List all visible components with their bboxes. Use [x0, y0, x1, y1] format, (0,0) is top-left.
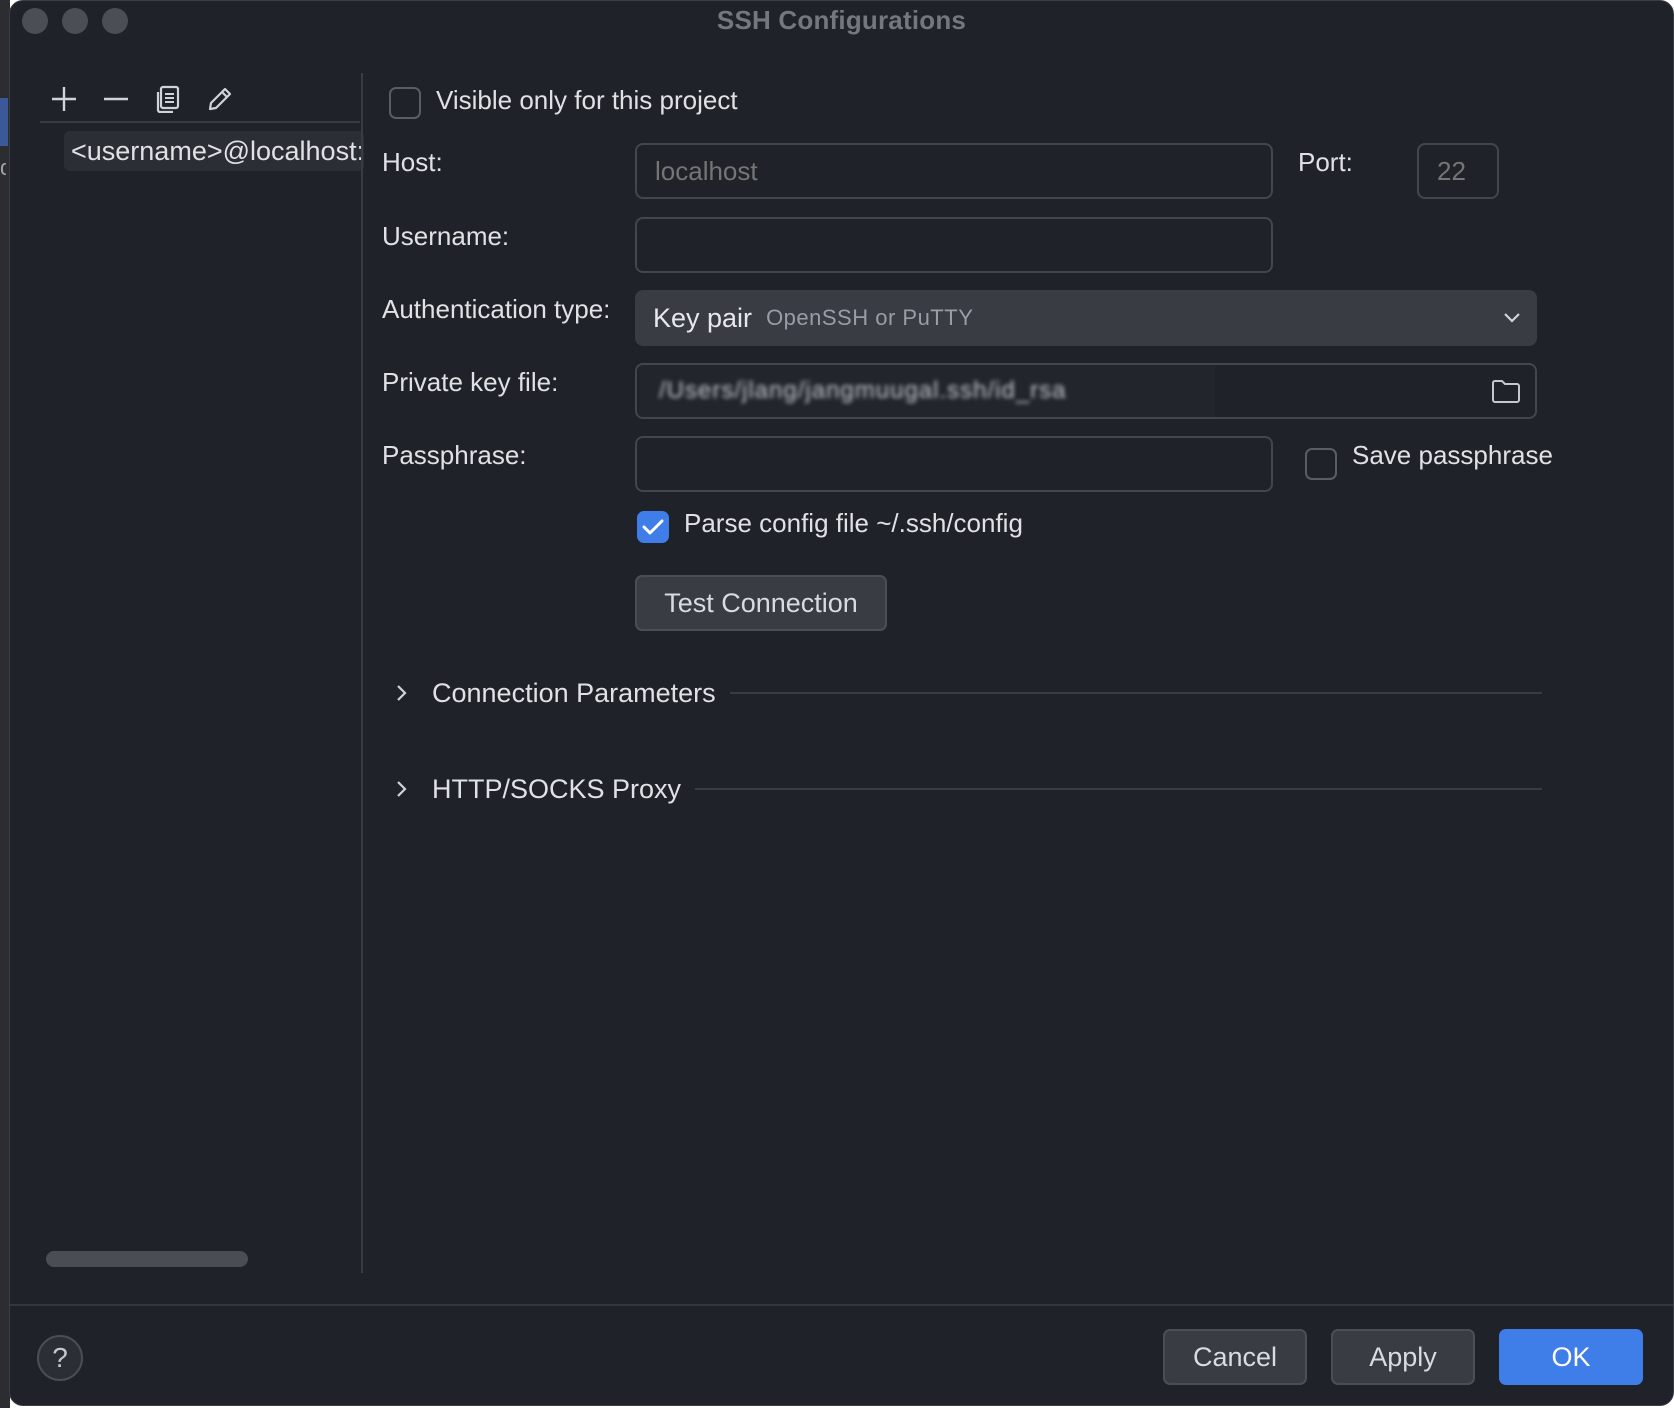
passphrase-label: Passphrase: [382, 440, 527, 470]
title-bar: SSH Configurations [10, 1, 1673, 41]
copy-icon [156, 85, 180, 113]
port-label: Port: [1298, 147, 1353, 177]
folder-icon[interactable] [1491, 377, 1521, 405]
pencil-icon [208, 87, 232, 111]
edit-button[interactable] [194, 75, 246, 123]
auth-type-hint: OpenSSH or PuTTY [766, 305, 974, 330]
private-key-path: /Users/jlang/jangmuugal.ssh/id_rsa [659, 377, 1067, 404]
passphrase-input[interactable] [635, 436, 1273, 492]
copy-button[interactable] [142, 75, 194, 123]
background-glyph: d [0, 158, 6, 178]
configurations-list-panel: <username>@localhost: [10, 71, 364, 1273]
ssh-configurations-dialog: SSH Configurations <username>@localhost:… [9, 0, 1674, 1406]
private-key-label: Private key file: [382, 367, 559, 397]
connection-parameters-section[interactable]: Connection Parameters [382, 673, 1542, 713]
list-toolbar [38, 75, 246, 123]
horizontal-scrollbar[interactable] [46, 1251, 248, 1267]
toolbar-separator [40, 121, 360, 123]
visible-only-label: Visible only for this project [436, 85, 738, 115]
window-title: SSH Configurations [716, 5, 967, 35]
username-label: Username: [382, 221, 510, 251]
footer-separator [10, 1304, 1673, 1306]
section-rule [695, 788, 1542, 790]
auth-type-label: Authentication type: [382, 294, 611, 324]
proxy-title: HTTP/SOCKS Proxy [432, 773, 682, 804]
chevron-right-icon [382, 779, 422, 799]
remove-icon [104, 97, 128, 101]
ok-button[interactable]: OK [1499, 1329, 1643, 1385]
section-rule [729, 692, 1542, 694]
auth-type-select[interactable]: Key pair OpenSSH or PuTTY [635, 290, 1537, 346]
parse-config-label: Parse config file ~/.ssh/config [684, 508, 1023, 538]
test-connection-button[interactable]: Test Connection [635, 575, 887, 631]
checkmark-icon [642, 519, 664, 535]
config-list-item[interactable]: <username>@localhost: [64, 131, 364, 171]
background-accent [0, 98, 8, 146]
apply-button[interactable]: Apply [1331, 1329, 1475, 1385]
auth-type-value: Key pair [653, 302, 753, 333]
save-passphrase-label: Save passphrase [1352, 440, 1553, 470]
proxy-section[interactable]: HTTP/SOCKS Proxy [382, 769, 1542, 809]
chevron-down-icon [1504, 313, 1520, 323]
help-button[interactable]: ? [37, 1335, 83, 1381]
host-input[interactable] [635, 143, 1273, 199]
visible-only-checkbox[interactable] [389, 87, 421, 119]
chevron-right-icon [382, 683, 422, 703]
private-key-input-area[interactable]: /Users/jlang/jangmuugal.ssh/id_rsa [639, 365, 1215, 417]
parse-config-checkbox[interactable] [637, 511, 669, 543]
configuration-form: Visible only for this project Host: Port… [362, 71, 1673, 1271]
port-input[interactable] [1417, 143, 1499, 199]
add-button[interactable] [38, 75, 90, 123]
username-input[interactable] [635, 217, 1273, 273]
cancel-button[interactable]: Cancel [1163, 1329, 1307, 1385]
add-icon [52, 87, 76, 111]
host-label: Host: [382, 147, 443, 177]
remove-button[interactable] [90, 75, 142, 123]
connection-parameters-title: Connection Parameters [432, 677, 716, 708]
private-key-field[interactable]: /Users/jlang/jangmuugal.ssh/id_rsa [635, 363, 1537, 419]
save-passphrase-checkbox[interactable] [1305, 448, 1337, 480]
